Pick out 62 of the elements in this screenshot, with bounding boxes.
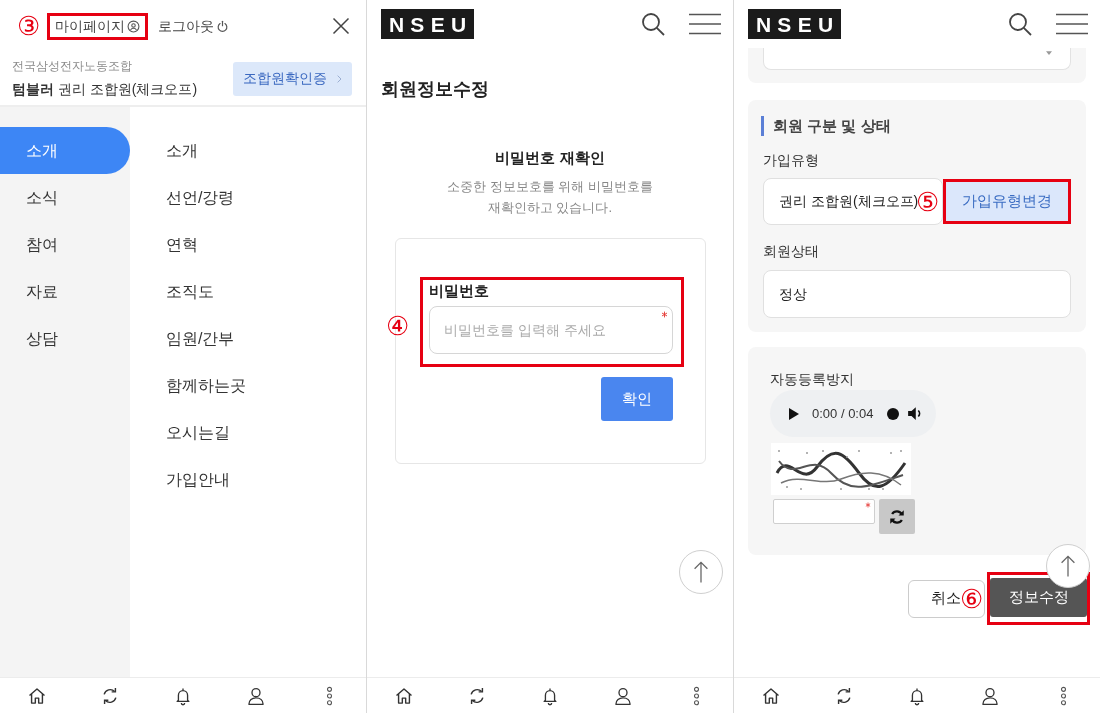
refresh-icon [888, 507, 906, 526]
submenu-item[interactable]: 가입안내 [166, 456, 230, 503]
annotation-marker: ③ [17, 13, 40, 39]
more-icon[interactable] [1059, 685, 1067, 706]
home-icon[interactable] [393, 685, 414, 706]
power-icon [216, 19, 229, 33]
logo[interactable]: NSEU [381, 9, 474, 39]
field-label: 회원상태 [763, 242, 819, 261]
description: 소중한 정보보호를 위해 비밀번호를 재확인하고 있습니다. [447, 178, 653, 217]
confirm-button[interactable]: 확인 [601, 377, 673, 421]
submenu-item[interactable]: 임원/간부 [166, 315, 235, 362]
category-item[interactable]: 자료 [0, 268, 130, 315]
submenu-item[interactable]: 조직도 [166, 268, 214, 315]
arrow-up-icon [1060, 554, 1076, 578]
submenu-item[interactable]: 함께하는곳 [166, 362, 246, 409]
section-heading: 비밀번호 재확인 [495, 148, 605, 168]
category-item[interactable]: 소식 [0, 174, 130, 221]
category-item[interactable]: 소개 [0, 127, 130, 174]
field-label: 자동등록방지 [770, 370, 854, 389]
user-icon[interactable] [246, 685, 267, 706]
play-icon[interactable] [789, 407, 799, 420]
audio-time: 0:00 / 0:04 [812, 404, 874, 423]
caret-down-icon [1046, 51, 1052, 55]
category-item[interactable]: 참여 [0, 221, 130, 268]
section-title: 회원 구분 및 상태 [761, 116, 891, 136]
search-icon[interactable] [641, 12, 665, 36]
member-card-button[interactable]: 조합원확인증 [233, 61, 352, 96]
arrow-up-icon [693, 560, 709, 584]
annotation-marker: ④ [386, 313, 409, 339]
home-icon[interactable] [760, 685, 781, 706]
select-field[interactable] [763, 48, 1071, 70]
user-icon[interactable] [980, 685, 1001, 706]
change-type-button[interactable]: 가입유형변경 [946, 182, 1068, 221]
user-circle-icon [127, 19, 140, 33]
password-field[interactable]: 비밀번호를 입력해 주세요 [429, 306, 673, 354]
audio-player[interactable]: 0:00 / 0:04 [770, 390, 936, 437]
close-icon[interactable] [332, 17, 350, 35]
union-name: 전국삼성전자노동조합 [12, 58, 132, 75]
category-item[interactable]: 상담 [0, 315, 130, 362]
member-info: 텀블러 권리 조합원(체크오프) [12, 80, 198, 99]
submenu-item[interactable]: 연혁 [166, 221, 198, 268]
menu-icon[interactable] [1056, 13, 1088, 35]
more-icon[interactable] [692, 685, 700, 706]
refresh-captcha-button[interactable] [879, 499, 915, 534]
submenu-item[interactable]: 선언/강령 [166, 174, 235, 221]
field-label: 비밀번호 [429, 281, 489, 301]
home-icon[interactable] [26, 685, 47, 706]
progress-knob-icon[interactable] [887, 407, 900, 420]
page-title: 회원정보수정 [381, 78, 489, 101]
submenu-item[interactable]: 소개 [166, 127, 198, 174]
submenu-item[interactable]: 오시는길 [166, 409, 230, 456]
search-icon[interactable] [1008, 12, 1032, 36]
annotation-marker: ⑥ [960, 585, 983, 612]
logout-link[interactable]: 로그아웃 [153, 15, 234, 37]
value-field: 정상 [763, 270, 1071, 318]
mypage-link[interactable]: 마이페이지 [50, 15, 145, 37]
logo[interactable]: NSEU [748, 9, 841, 39]
captcha-input-field[interactable] [773, 499, 875, 524]
field-label: 가입유형 [763, 151, 819, 170]
more-icon[interactable] [325, 685, 333, 706]
user-icon[interactable] [613, 685, 634, 706]
menu-icon[interactable] [689, 13, 721, 35]
